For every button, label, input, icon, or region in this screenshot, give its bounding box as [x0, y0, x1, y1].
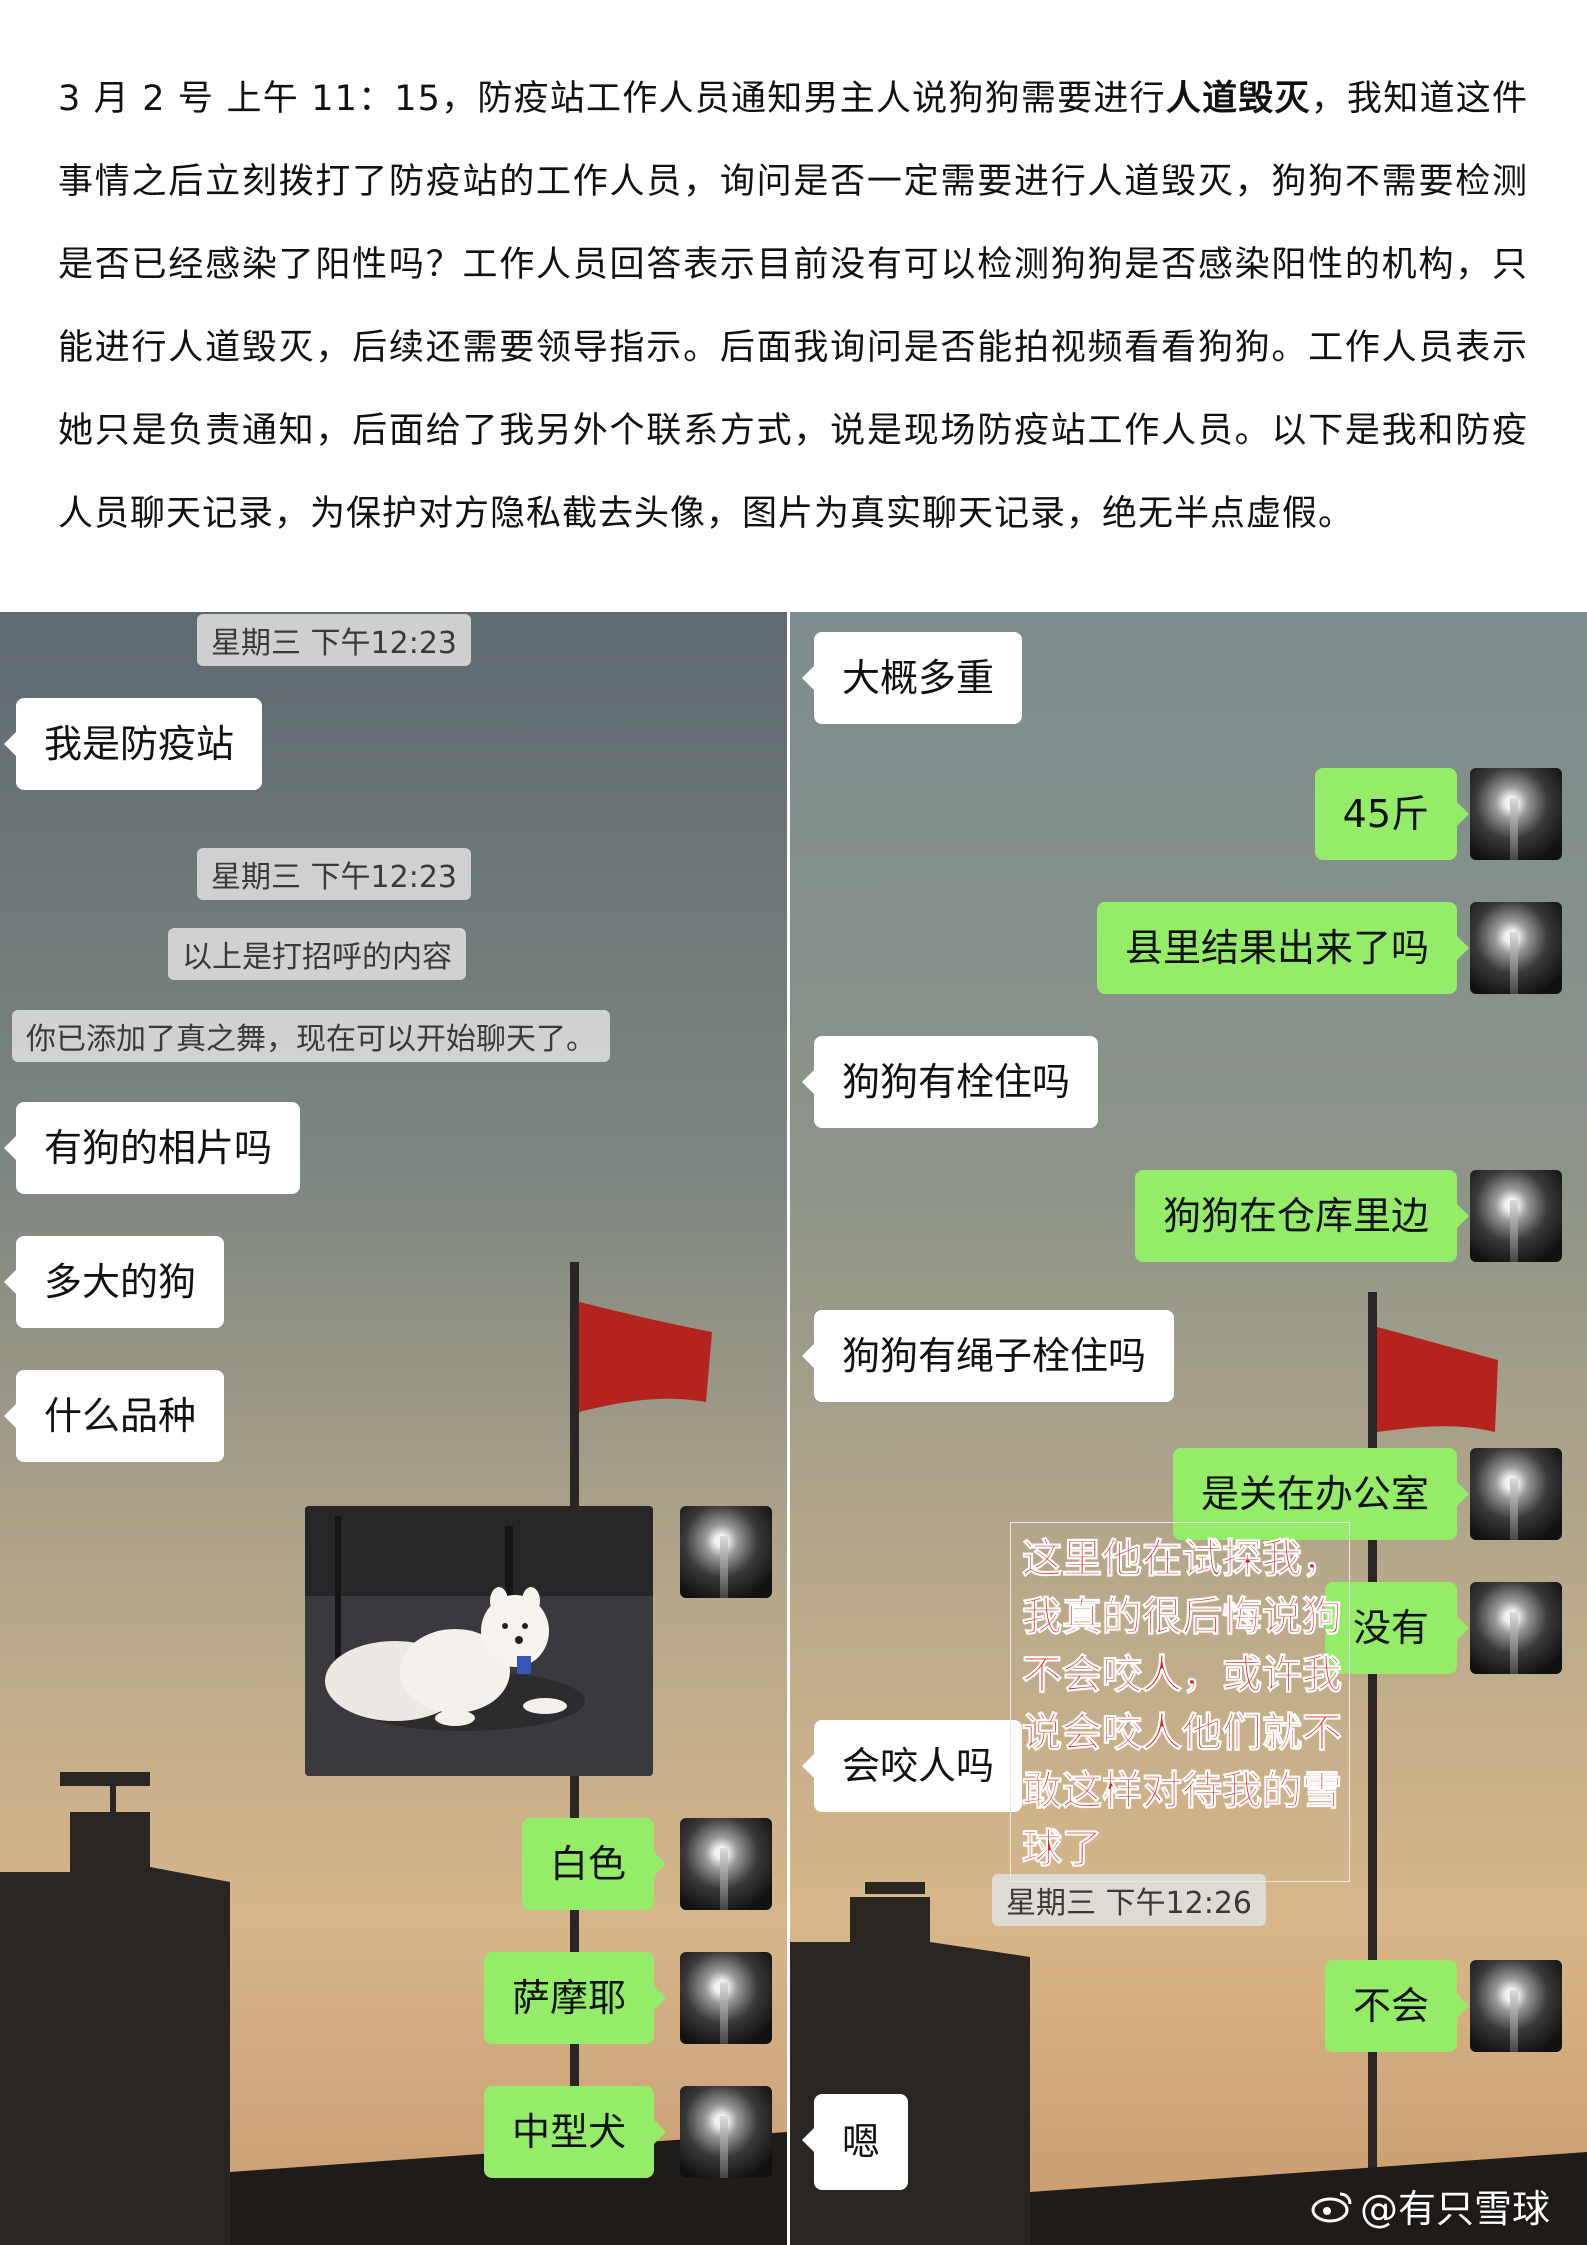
outgoing-message: 中型犬: [483, 2086, 667, 2178]
intro-text-1: 3 月 2 号 上午 11：15，防疫站工作人员通知男主人说狗狗需要进行: [58, 79, 1166, 119]
avatar[interactable]: [1470, 1170, 1562, 1262]
avatar[interactable]: [1470, 1448, 1562, 1540]
chat-screenshot-right: 大概多重 45斤 县里结果出来了吗 狗狗有栓住吗 狗狗在仓库里边 狗狗有绳子栓住…: [790, 612, 1587, 2245]
annotation-text: 这里他在试探我，我真的很后悔说狗不会咬人，或许我说会咬人他们就不敢这样对待我的雪…: [1022, 1536, 1343, 1873]
chat-screenshot-left: 星期三 下午12:23 我是防疫站 星期三 下午12:23 以上是打招呼的内容 …: [0, 612, 787, 2245]
system-notice: 你已添加了真之舞，现在可以开始聊天了。: [12, 1010, 610, 1062]
intro-text-2: ，我知道这件事情之后立刻拨打了防疫站的工作人员，询问是否一定需要进行人道毁灭，狗…: [58, 79, 1528, 534]
timestamp: 星期三 下午12:23: [197, 848, 471, 900]
incoming-message: 多大的狗: [3, 1236, 225, 1328]
avatar[interactable]: [1470, 902, 1562, 994]
outgoing-message: 狗狗在仓库里边: [1134, 1170, 1470, 1262]
incoming-message: 大概多重: [801, 632, 1023, 724]
incoming-message: 什么品种: [3, 1370, 225, 1462]
outgoing-message: 萨摩耶: [483, 1952, 667, 2044]
intro-bold-text: 人道毁灭: [1165, 79, 1311, 119]
weibo-icon: [1311, 2192, 1352, 2222]
incoming-message: 有狗的相片吗: [3, 1102, 301, 1194]
weibo-watermark: @有只雪球: [1310, 2178, 1550, 2233]
incoming-message: 我是防疫站: [3, 698, 263, 790]
incoming-message: 狗狗有栓住吗: [801, 1036, 1099, 1128]
watermark-text: @有只雪球: [1360, 2187, 1551, 2231]
avatar[interactable]: [680, 1818, 772, 1910]
avatar[interactable]: [680, 2086, 772, 2178]
timestamp: 星期三 下午12:23: [197, 614, 471, 666]
outgoing-message: 45斤: [1314, 768, 1470, 860]
outgoing-message: 白色: [521, 1818, 667, 1910]
samoyed-image: [305, 1506, 653, 1776]
avatar[interactable]: [680, 1506, 772, 1598]
incoming-message: 狗狗有绳子栓住吗: [801, 1310, 1175, 1402]
incoming-message: 嗯: [801, 2094, 909, 2190]
outgoing-message: 不会: [1324, 1960, 1470, 2052]
incoming-message: 会咬人吗: [801, 1720, 1023, 1812]
avatar[interactable]: [1470, 768, 1562, 860]
avatar[interactable]: [1470, 1960, 1562, 2052]
outgoing-message: 县里结果出来了吗: [1096, 902, 1470, 994]
system-notice: 以上是打招呼的内容: [168, 928, 466, 980]
avatar[interactable]: [1470, 1582, 1562, 1674]
dog-photo[interactable]: [305, 1506, 653, 1776]
avatar[interactable]: [680, 1952, 772, 2044]
intro-paragraph: 3 月 2 号 上午 11：15，防疫站工作人员通知男主人说狗狗需要进行人道毁灭…: [58, 58, 1528, 556]
